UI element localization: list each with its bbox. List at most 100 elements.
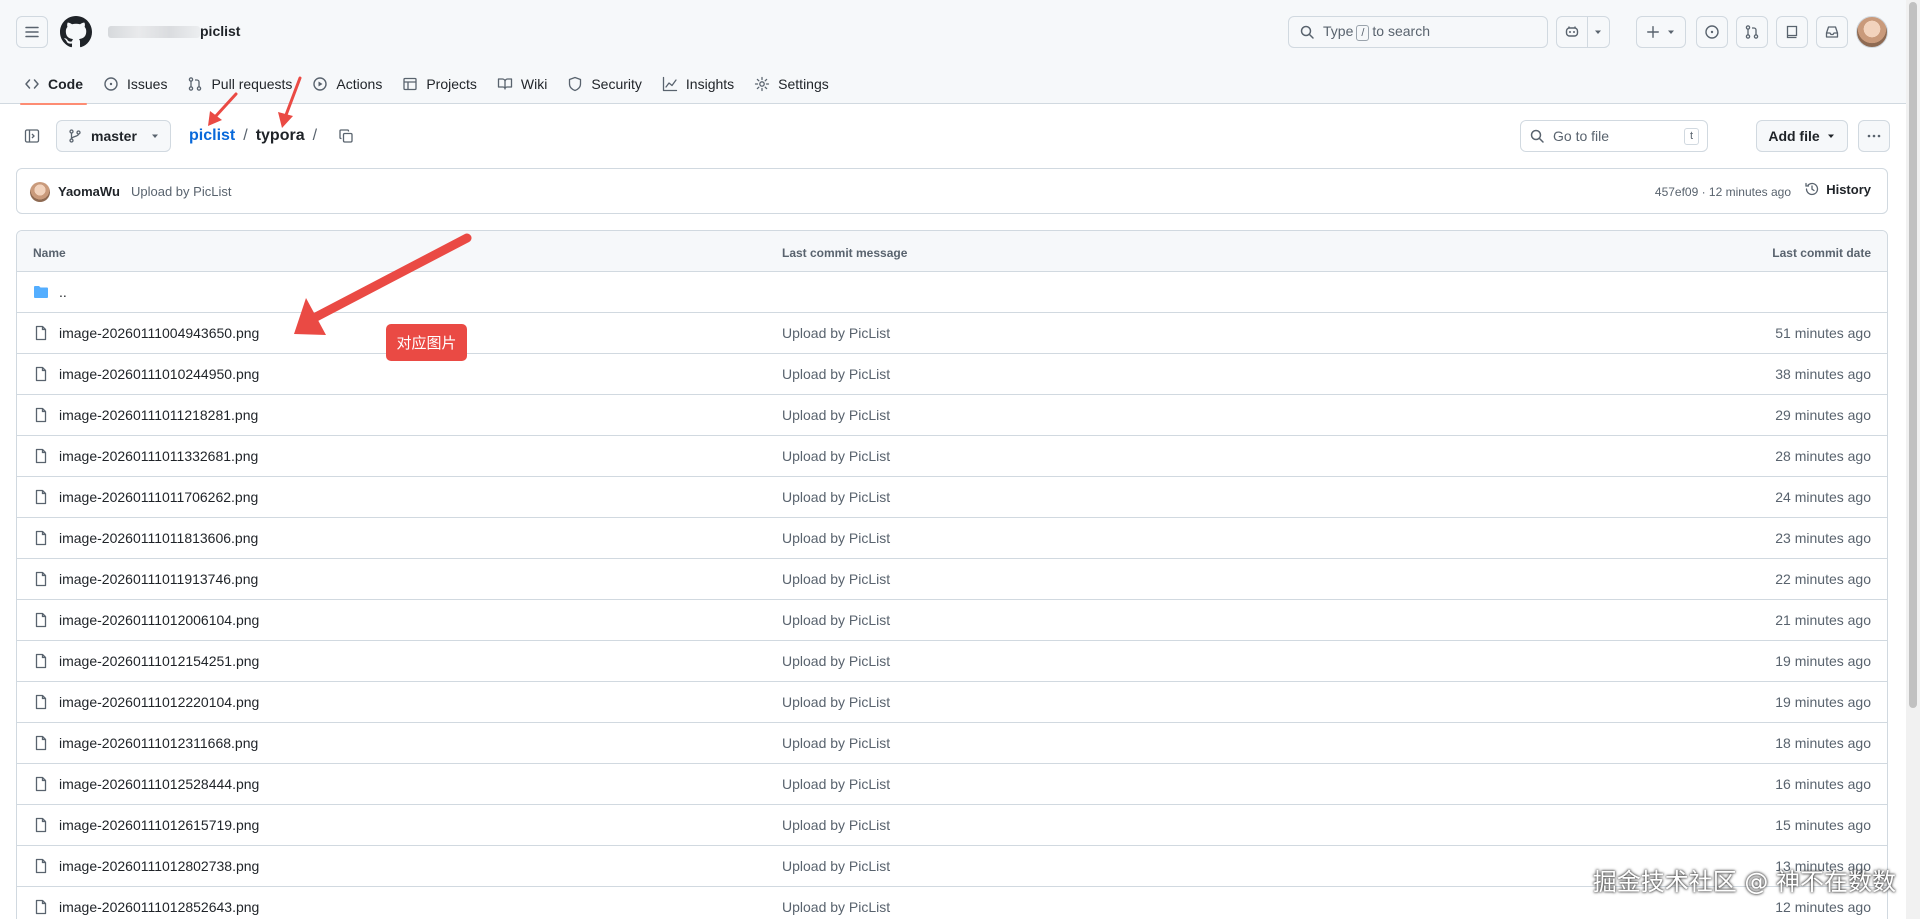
github-logo-icon[interactable] [60,16,92,48]
menu-button[interactable] [16,16,48,48]
file-name-link[interactable]: image-20260111010244950.png [59,366,259,382]
commit-author-avatar[interactable] [30,182,50,202]
tab-insights[interactable]: Insights [654,64,742,104]
tab-label: Code [48,76,83,92]
file-commit-date: 29 minutes ago [1775,407,1871,423]
table-row[interactable]: image-20260111012528444.png Upload by Pic… [17,764,1887,805]
file-name-link[interactable]: image-20260111012802738.png [59,858,259,874]
inbox-button[interactable] [1816,16,1848,48]
triangle-down-icon [1827,134,1834,138]
go-to-file-input[interactable]: Go to file t [1520,120,1708,152]
table-row[interactable]: image-20260111011332681.png Upload by Pic… [17,436,1887,477]
file-commit-message-link[interactable]: Upload by PicList [782,571,890,587]
file-commit-date: 19 minutes ago [1775,694,1871,710]
owner-name-blurred[interactable] [108,26,200,38]
table-row[interactable]: image-20260111011218281.png Upload by Pic… [17,395,1887,436]
file-commit-message-link[interactable]: Upload by PicList [782,817,890,833]
latest-commit-box: YaomaWu Upload by PicList 457ef09 · 12 m… [16,168,1888,214]
issue-icon [104,77,118,91]
parent-directory-link[interactable]: .. [59,284,67,300]
file-name-link[interactable]: image-20260111004943650.png [59,325,259,341]
file-name-link[interactable]: image-20260111012852643.png [59,899,259,915]
file-name-link[interactable]: image-20260111011706262.png [59,489,258,505]
table-row[interactable]: image-20260111011706262.png Upload by Pic… [17,477,1887,518]
file-commit-message-link[interactable]: Upload by PicList [782,694,890,710]
page-scrollbar-thumb[interactable] [1909,2,1917,708]
gear-icon [755,76,770,92]
file-commit-message-link[interactable]: Upload by PicList [782,366,890,382]
file-name-link[interactable]: image-20260111012220104.png [59,694,259,710]
tab-actions[interactable]: Actions [304,64,390,104]
commit-author-link[interactable]: YaomaWu [58,184,120,199]
table-row[interactable]: image-20260111011813606.png Upload by Pic… [17,518,1887,559]
file-name-link[interactable]: image-20260111012528444.png [59,776,259,792]
create-new-button[interactable] [1636,16,1686,48]
file-tree-toggle-button[interactable] [16,120,48,152]
table-row[interactable]: image-20260111012220104.png Upload by Pic… [17,682,1887,723]
tab-code[interactable]: Code [16,64,91,105]
breadcrumb: piclist / typora / [189,125,317,147]
file-name-link[interactable]: image-20260111011813606.png [59,530,258,546]
file-commit-message-link[interactable]: Upload by PicList [782,448,890,464]
file-name-link[interactable]: image-20260111011218281.png [59,407,258,423]
file-name-link[interactable]: image-20260111012006104.png [59,612,259,628]
repo-name-link[interactable]: piclist [200,23,240,39]
table-row[interactable]: image-20260111012006104.png Upload by Pic… [17,600,1887,641]
tab-wiki[interactable]: Wiki [489,64,555,104]
table-row[interactable]: image-20260111004943650.png Upload by Pic… [17,313,1887,354]
repo-icon [1786,25,1798,39]
parent-directory-row[interactable]: .. [17,272,1887,313]
commit-message-link[interactable]: Upload by PicList [131,184,231,199]
issues-shortcut-button[interactable] [1696,16,1728,48]
file-commit-message-link[interactable]: Upload by PicList [782,489,890,505]
file-commit-message-link[interactable]: Upload by PicList [782,653,890,669]
table-row[interactable]: image-20260111012615719.png Upload by Pic… [17,805,1887,846]
repositories-shortcut-button[interactable] [1776,16,1808,48]
commit-sha-and-time[interactable]: 457ef09 · 12 minutes ago [1655,185,1791,199]
copy-path-button[interactable] [334,124,358,148]
tab-pull-requests[interactable]: Pull requests [179,64,300,104]
table-row[interactable]: image-20260111012154251.png Upload by Pic… [17,641,1887,682]
user-avatar[interactable] [1856,16,1888,48]
file-icon [35,899,47,915]
copilot-button-group[interactable] [1556,16,1610,48]
file-name-link[interactable]: image-20260111012615719.png [59,817,259,833]
table-row[interactable]: image-20260111010244950.png Upload by Pic… [17,354,1887,395]
add-file-button[interactable]: Add file [1756,120,1848,152]
file-commit-date: 15 minutes ago [1775,817,1871,833]
tab-settings[interactable]: Settings [746,64,837,104]
file-commit-message-link[interactable]: Upload by PicList [782,899,890,915]
file-commit-message-link[interactable]: Upload by PicList [782,776,890,792]
sidebar-expand-icon [24,129,40,143]
copilot-dropdown-button[interactable] [1588,17,1609,47]
file-commit-date: 38 minutes ago [1775,366,1871,382]
file-commit-message-link[interactable]: Upload by PicList [782,325,890,341]
file-name-link[interactable]: image-20260111011913746.png [59,571,258,587]
breadcrumb-repo-link[interactable]: piclist [189,127,235,145]
file-name-link[interactable]: image-20260111012154251.png [59,653,259,669]
history-button[interactable]: History [1804,181,1871,197]
tab-projects[interactable]: Projects [394,64,485,104]
pull-requests-shortcut-button[interactable] [1736,16,1768,48]
table-row[interactable]: image-20260111012311668.png Upload by Pic… [17,723,1887,764]
more-options-button[interactable] [1858,120,1890,152]
tab-issues[interactable]: Issues [95,64,175,104]
file-commit-date: 19 minutes ago [1775,653,1871,669]
file-commit-message-link[interactable]: Upload by PicList [782,407,890,423]
file-name-link[interactable]: image-20260111012311668.png [59,735,258,751]
tab-label: Insights [685,76,735,92]
branch-selector[interactable]: master [56,120,171,152]
triangle-down-icon [1668,30,1674,34]
search-placeholder: Type / to search [1323,23,1430,41]
table-row[interactable]: image-20260111011913746.png Upload by Pic… [17,559,1887,600]
file-commit-message-link[interactable]: Upload by PicList [782,735,890,751]
copilot-button[interactable] [1557,17,1588,47]
file-commit-message-link[interactable]: Upload by PicList [782,530,890,546]
file-commit-message-link[interactable]: Upload by PicList [782,858,890,874]
tab-security[interactable]: Security [559,64,650,104]
file-commit-message-link[interactable]: Upload by PicList [782,612,890,628]
table-icon [403,77,417,91]
search-input[interactable]: Type / to search [1288,16,1548,48]
file-name-link[interactable]: image-20260111011332681.png [59,448,258,464]
file-icon [35,653,47,669]
